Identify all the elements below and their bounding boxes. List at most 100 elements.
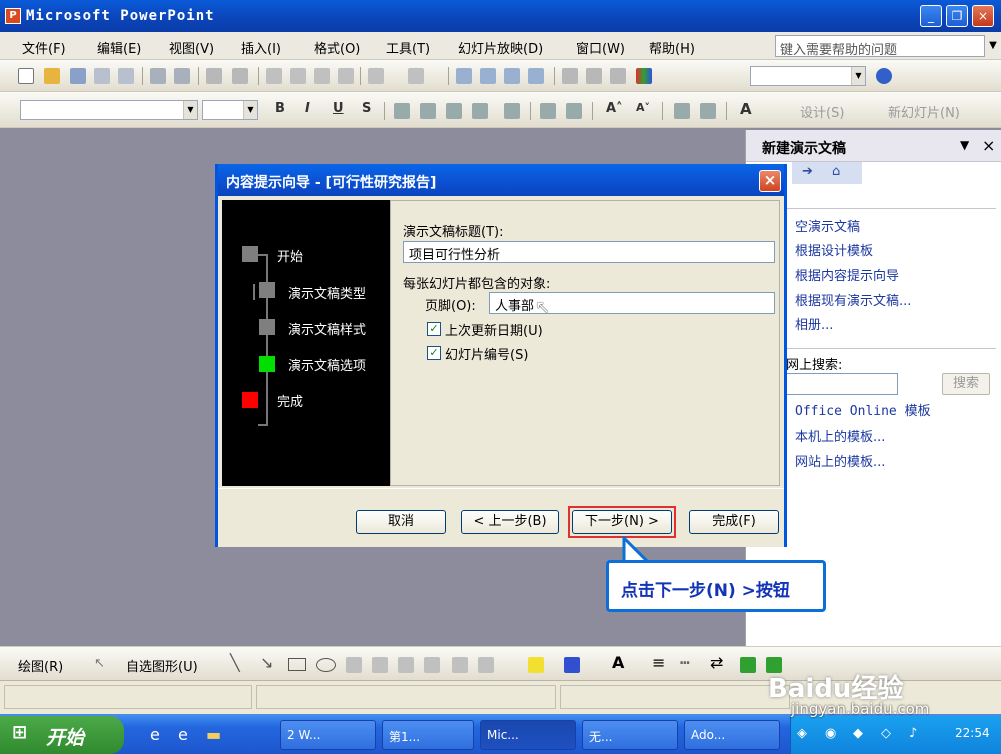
office-online-templates-link[interactable]: Office Online 模板 [795, 400, 931, 419]
slide-number-label[interactable]: 幻灯片编号(S) [445, 344, 528, 363]
spelling-icon[interactable] [206, 68, 222, 84]
menu-tools[interactable]: 工具(T) [386, 38, 430, 57]
minimize-button[interactable]: _ [920, 5, 942, 27]
undo-icon[interactable] [368, 68, 384, 84]
menu-file[interactable]: 文件(F) [22, 38, 66, 57]
start-button[interactable]: ⊞ 开始 [0, 716, 124, 754]
underline-button[interactable]: U [333, 101, 344, 116]
new-slide-button[interactable]: 新幻灯片(N) [888, 102, 960, 121]
oval-icon[interactable] [316, 658, 336, 672]
vertical-textbox-icon[interactable] [372, 657, 388, 673]
from-design-template-link[interactable]: 根据设计模板 [795, 240, 873, 259]
line-color-icon[interactable] [564, 657, 580, 673]
textbox-icon[interactable] [346, 657, 362, 673]
chevron-down-icon[interactable]: ▼ [960, 138, 969, 152]
taskbar-item-active[interactable]: Mic... [480, 720, 576, 750]
taskbar-item[interactable]: Ado... [684, 720, 780, 750]
tray-icon[interactable]: ◈ [797, 726, 807, 741]
close-icon[interactable]: × [982, 136, 995, 155]
italic-button[interactable]: I [305, 101, 310, 116]
design-button[interactable]: 设计(S) [800, 102, 844, 121]
footer-input[interactable]: 人事部 [489, 292, 775, 314]
clock[interactable]: 22:54 [955, 726, 990, 740]
font-color-icon[interactable]: A [612, 653, 624, 672]
permission-icon[interactable] [94, 68, 110, 84]
expand-all-icon[interactable] [562, 68, 578, 84]
close-window-button[interactable]: × [972, 5, 994, 27]
numbering-icon[interactable] [540, 103, 556, 119]
autocontent-wizard-link[interactable]: 根据内容提示向导 [795, 265, 899, 284]
menu-edit[interactable]: 编辑(E) [97, 38, 141, 57]
bullets-icon[interactable] [566, 103, 582, 119]
format-painter-icon[interactable] [338, 68, 354, 84]
text-direction-icon[interactable] [504, 103, 520, 119]
show-grid-icon[interactable] [610, 68, 626, 84]
home-icon[interactable]: ⌂ [832, 164, 840, 179]
show-formatting-icon[interactable] [586, 68, 602, 84]
email-icon[interactable] [118, 68, 134, 84]
menu-help[interactable]: 帮助(H) [649, 38, 695, 57]
forward-icon[interactable]: ➔ [802, 164, 813, 179]
new-document-icon[interactable] [18, 68, 34, 84]
draw-menu-button[interactable]: 绘图(R) [18, 656, 63, 675]
align-center-icon[interactable] [420, 103, 436, 119]
select-arrow-icon[interactable]: ↖ [94, 656, 105, 671]
grow-font-button[interactable]: A˄ [606, 101, 623, 116]
arrow-style-icon[interactable]: ⇄ [710, 653, 723, 672]
search-button[interactable]: 搜索 [942, 373, 990, 395]
blank-presentation-link[interactable]: 空演示文稿 [795, 216, 860, 235]
font-color-button[interactable]: A [740, 100, 752, 118]
align-left-icon[interactable] [394, 103, 410, 119]
open-folder-icon[interactable] [44, 68, 60, 84]
bold-button[interactable]: B [275, 101, 285, 116]
redo-icon[interactable] [408, 68, 424, 84]
insert-chart-icon[interactable] [456, 68, 472, 84]
decrease-indent-icon[interactable] [674, 103, 690, 119]
zoom-combo[interactable]: ▼ [750, 66, 866, 86]
back-button[interactable]: < 上一步(B) [461, 510, 559, 534]
last-updated-checkbox[interactable]: ✓ [427, 322, 441, 336]
font-size-combo[interactable]: ▼ [202, 100, 258, 120]
tray-icon[interactable]: ◉ [825, 726, 836, 741]
folder-icon[interactable]: ▬ [206, 725, 221, 744]
chevron-down-icon[interactable]: ▼ [985, 35, 1001, 57]
menu-window[interactable]: 窗口(W) [576, 38, 625, 57]
save-icon[interactable] [70, 68, 86, 84]
last-updated-label[interactable]: 上次更新日期(U) [445, 320, 543, 339]
insert-table-icon[interactable] [480, 68, 496, 84]
research-icon[interactable] [232, 68, 248, 84]
menu-slideshow[interactable]: 幻灯片放映(D) [458, 38, 543, 57]
wordart-icon[interactable] [398, 657, 414, 673]
taskbar-item[interactable]: 第1... [382, 720, 474, 750]
clipart-icon[interactable] [452, 657, 468, 673]
ie-icon[interactable]: e [178, 725, 188, 744]
autoshapes-menu-button[interactable]: 自选图形(U) [126, 656, 198, 675]
help-icon[interactable] [876, 68, 892, 84]
color-grayscale-icon[interactable] [636, 68, 652, 84]
tables-borders-icon[interactable] [504, 68, 520, 84]
volume-icon[interactable]: ♪ [909, 726, 917, 741]
shadow-button[interactable]: S [362, 101, 371, 116]
menu-insert[interactable]: 插入(I) [241, 38, 281, 57]
paste-icon[interactable] [314, 68, 330, 84]
local-templates-link[interactable]: 本机上的模板... [795, 426, 885, 445]
line-style-icon[interactable]: ≡ [652, 653, 665, 672]
insert-picture-icon[interactable] [528, 68, 544, 84]
from-existing-link[interactable]: 根据现有演示文稿... [795, 290, 911, 309]
menu-format[interactable]: 格式(O) [314, 38, 360, 57]
close-icon[interactable]: × [759, 170, 781, 192]
cancel-button[interactable]: 取消 [356, 510, 446, 534]
print-preview-icon[interactable] [174, 68, 190, 84]
print-icon[interactable] [150, 68, 166, 84]
photo-album-link[interactable]: 相册... [795, 314, 833, 333]
tray-icon[interactable]: ◇ [881, 726, 891, 741]
fill-color-icon[interactable] [528, 657, 544, 673]
rectangle-icon[interactable] [288, 658, 306, 671]
justify-icon[interactable] [472, 103, 488, 119]
font-name-combo[interactable]: ▼ [20, 100, 198, 120]
arrow-icon[interactable]: ↘ [260, 653, 273, 672]
tray-icon[interactable]: ◆ [853, 726, 863, 741]
align-right-icon[interactable] [446, 103, 462, 119]
copy-icon[interactable] [290, 68, 306, 84]
website-templates-link[interactable]: 网站上的模板... [795, 451, 885, 470]
